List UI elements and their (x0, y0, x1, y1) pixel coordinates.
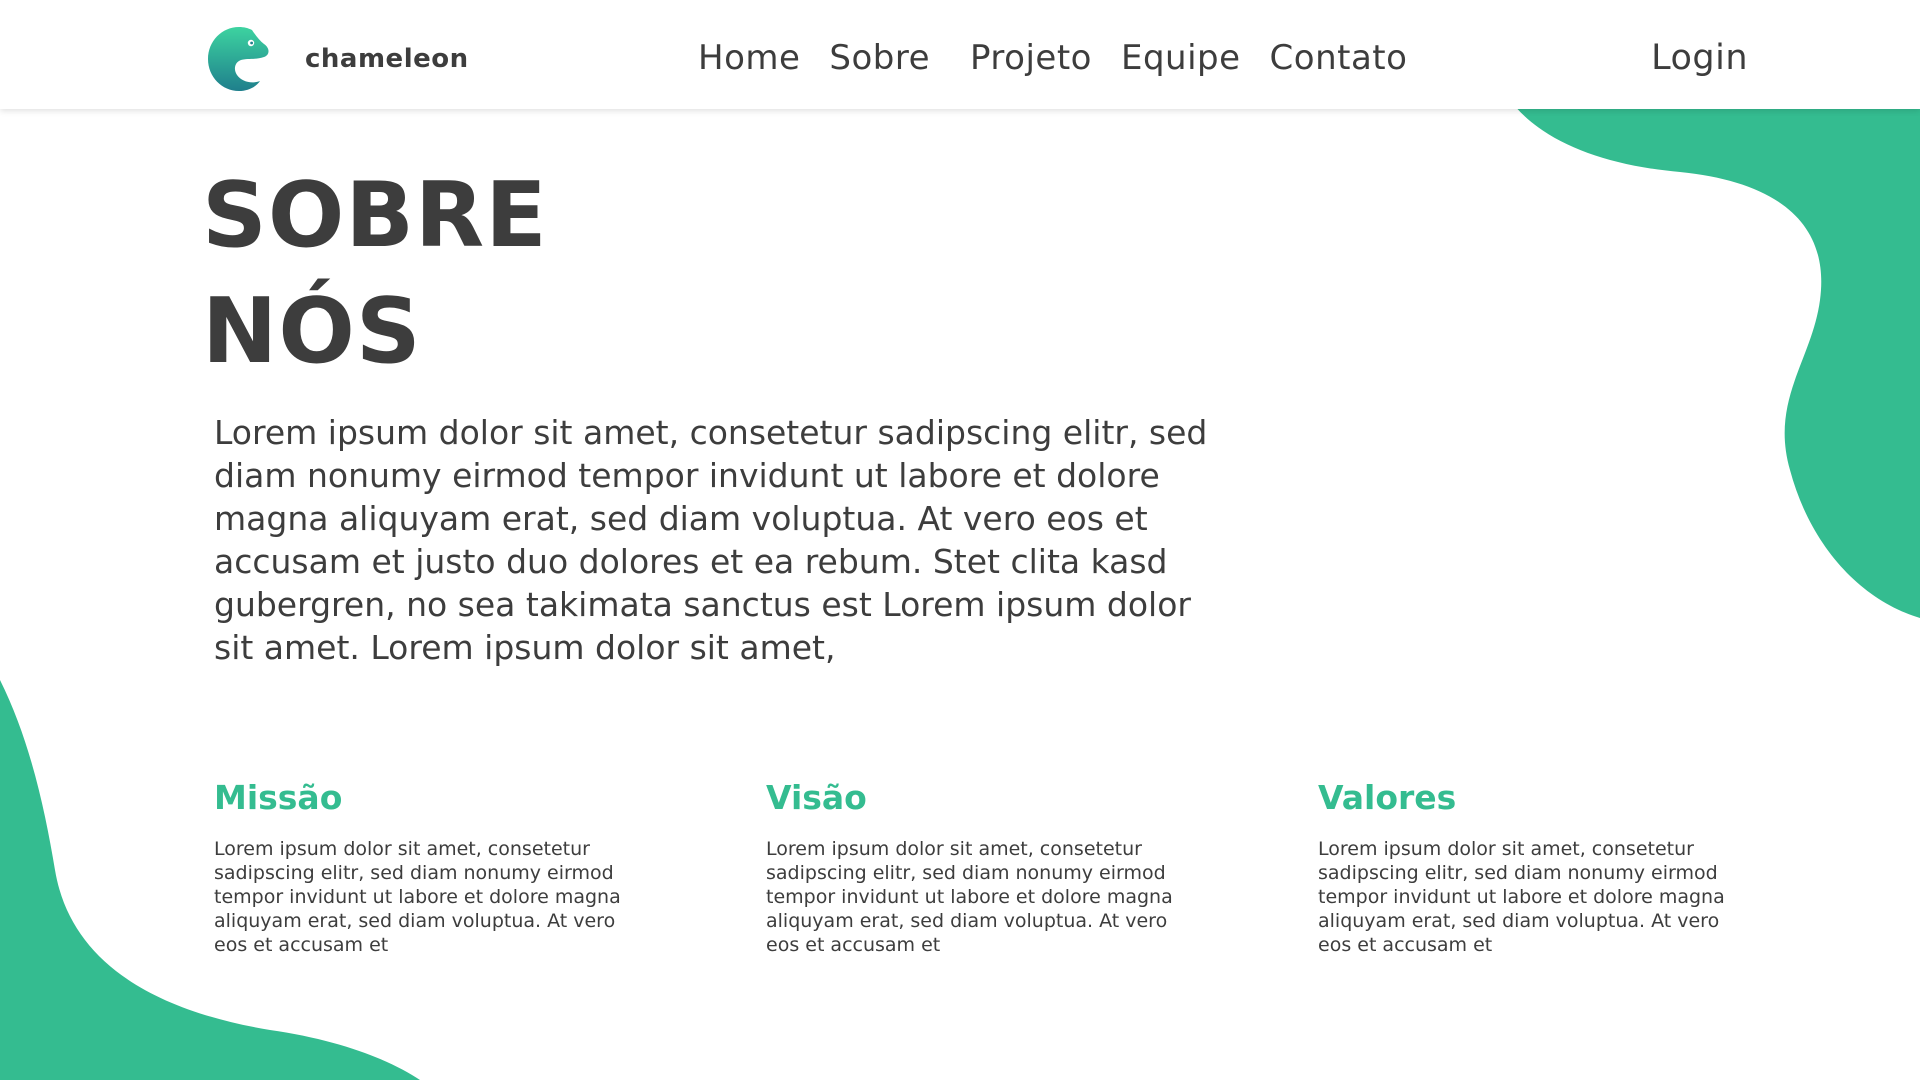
top-right-blob (1510, 100, 1920, 618)
brand-name: chameleon (305, 44, 469, 74)
nav-equipe-link[interactable]: Equipe (1121, 38, 1241, 78)
top-navbar: chameleon Home Sobre Projeto Equipe Cont… (0, 0, 1920, 109)
main-nav: Home Sobre Projeto Equipe Contato (698, 0, 1436, 116)
login-link[interactable]: Login (1651, 0, 1748, 116)
mission-section: Missão Lorem ipsum dolor sit amet, conse… (214, 775, 634, 957)
chameleon-logo-icon (208, 27, 269, 91)
intro-paragraph: Lorem ipsum dolor sit amet, consetetur s… (214, 413, 1208, 667)
mission-text: Lorem ipsum dolor sit amet, consetetur s… (214, 838, 621, 956)
nav-projeto-link[interactable]: Projeto (970, 38, 1092, 78)
page-title-line-1: SOBRE (202, 163, 548, 268)
values-section: Valores Lorem ipsum dolor sit amet, cons… (1318, 775, 1738, 957)
nav-contato-link[interactable]: Contato (1270, 38, 1408, 78)
page-title: SOBRE NÓS (202, 158, 548, 390)
nav-sobre-link[interactable]: Sobre (829, 38, 930, 78)
page: chameleon Home Sobre Projeto Equipe Cont… (0, 0, 1920, 1080)
mission-heading: Missão (214, 778, 343, 817)
vision-text: Lorem ipsum dolor sit amet, consetetur s… (766, 838, 1173, 956)
vision-heading: Visão (766, 778, 867, 817)
nav-home-link[interactable]: Home (698, 38, 800, 78)
values-text: Lorem ipsum dolor sit amet, consetetur s… (1318, 838, 1725, 956)
brand[interactable]: chameleon (204, 24, 469, 94)
values-heading: Valores (1318, 778, 1457, 817)
vision-section: Visão Lorem ipsum dolor sit amet, conset… (766, 775, 1186, 957)
page-title-line-2: NÓS (202, 279, 422, 384)
